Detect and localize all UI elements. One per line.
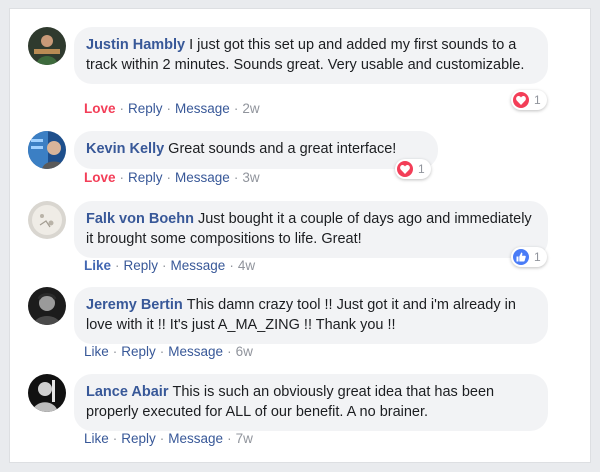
comment-author[interactable]: Lance Abair bbox=[86, 384, 168, 400]
heart-icon bbox=[397, 161, 413, 177]
comment-author[interactable]: Justin Hambly bbox=[86, 37, 185, 53]
avatar[interactable] bbox=[28, 287, 66, 325]
reaction-badge[interactable]: 1 bbox=[511, 247, 547, 267]
reaction-count: 1 bbox=[418, 162, 425, 176]
comment-actions: Like · Reply · Message · 7w bbox=[84, 431, 253, 446]
like-button[interactable]: Like bbox=[84, 258, 111, 273]
comment-bubble: Jeremy Bertin This damn crazy tool !! Jus… bbox=[74, 287, 548, 344]
like-button[interactable]: Like bbox=[84, 344, 109, 359]
comment-actions: Like · Reply · Message · 4w bbox=[84, 258, 256, 273]
comment-bubble: Justin Hambly I just got this set up and … bbox=[74, 27, 548, 84]
comments-panel: Justin Hambly I just got this set up and … bbox=[9, 8, 591, 463]
love-button[interactable]: Love bbox=[84, 170, 116, 185]
thumbs-up-icon bbox=[513, 249, 529, 265]
reply-button[interactable]: Reply bbox=[121, 344, 156, 359]
reply-button[interactable]: Reply bbox=[121, 431, 156, 446]
comment-actions: Love · Reply · Message · 3w bbox=[84, 170, 260, 185]
comment-actions: Like · Reply · Message · 6w bbox=[84, 344, 253, 359]
message-button[interactable]: Message bbox=[175, 101, 230, 116]
comment-author[interactable]: Jeremy Bertin bbox=[86, 297, 183, 313]
love-button[interactable]: Love bbox=[84, 101, 116, 116]
comment-bubble: Lance Abair This is such an obviously gre… bbox=[74, 374, 548, 431]
message-button[interactable]: Message bbox=[175, 170, 230, 185]
avatar[interactable] bbox=[28, 201, 66, 239]
reaction-badge[interactable]: 1 bbox=[511, 90, 547, 110]
reply-button[interactable]: Reply bbox=[128, 170, 163, 185]
avatar[interactable] bbox=[28, 374, 66, 412]
comment-actions: Love · Reply · Message · 2w bbox=[84, 101, 260, 116]
message-button[interactable]: Message bbox=[171, 258, 226, 273]
reaction-badge[interactable]: 1 bbox=[395, 159, 431, 179]
comment-bubble: Kevin Kelly Great sounds and a great inte… bbox=[74, 131, 438, 169]
message-button[interactable]: Message bbox=[168, 431, 223, 446]
avatar[interactable] bbox=[28, 131, 66, 169]
message-button[interactable]: Message bbox=[168, 344, 223, 359]
comment-author[interactable]: Kevin Kelly bbox=[86, 141, 164, 157]
comment-bubble: Falk von Boehn Just bought it a couple of… bbox=[74, 201, 548, 258]
comment-text: Great sounds and a great interface! bbox=[168, 141, 397, 157]
like-button[interactable]: Like bbox=[84, 431, 109, 446]
reaction-count: 1 bbox=[534, 93, 541, 107]
comment-time[interactable]: 2w bbox=[242, 101, 259, 116]
reply-button[interactable]: Reply bbox=[124, 258, 159, 273]
avatar[interactable] bbox=[28, 27, 66, 65]
comment-time[interactable]: 7w bbox=[236, 431, 253, 446]
comment-time[interactable]: 4w bbox=[238, 258, 255, 273]
reply-button[interactable]: Reply bbox=[128, 101, 163, 116]
comment-time[interactable]: 6w bbox=[236, 344, 253, 359]
comment-time[interactable]: 3w bbox=[242, 170, 259, 185]
comment-author[interactable]: Falk von Boehn bbox=[86, 211, 194, 227]
heart-icon bbox=[513, 92, 529, 108]
reaction-count: 1 bbox=[534, 250, 541, 264]
